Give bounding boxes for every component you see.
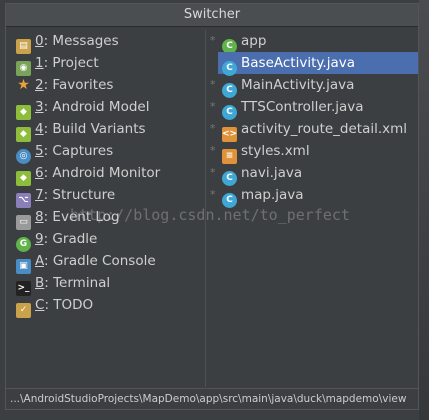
todo-icon: ✓ [16,303,31,318]
tool-window-shortcut: 7 [35,187,44,203]
recent-file-item[interactable]: * C MainActivity.java [206,74,418,98]
tool-window-shortcut: 3 [35,99,44,115]
pin-marker-icon: * [210,166,216,179]
recent-file-item[interactable]: * <> activity_route_detail.xml [206,118,418,142]
tool-window-item[interactable]: ◆ 6: Android Monitor [6,162,206,186]
tool-window-list: ▤ 0: Messages ◉ 1: Project ★ 2: Favorites ◆ 3: … [6,30,206,318]
tool-window-label: : Messages [43,33,119,49]
tool-window-label: : Gradle Console [44,253,156,269]
tool-window-item[interactable]: >_ B: Terminal [6,272,206,296]
recent-file-item[interactable]: * ≡ styles.xml [206,140,418,164]
tool-window-shortcut: 0 [35,33,44,49]
tool-window-shortcut: 6 [35,165,44,181]
tool-window-item[interactable]: ✓ C: TODO [6,294,206,318]
tool-window-label: : Terminal [44,275,111,291]
pin-marker-icon: * [210,78,216,91]
tool-window-shortcut: 1 [35,55,44,71]
tool-window-shortcut: 9 [35,231,44,247]
recent-file-name: activity_route_detail.xml [241,121,408,137]
tool-window-item[interactable]: ◉ 1: Project [6,52,206,76]
switcher-popup: Switcher ▤ 0: Messages ◉ 1: Project ★ 2: Favo… [5,3,419,410]
tool-window-shortcut: 8 [35,209,44,225]
tool-window-shortcut: 5 [35,143,44,159]
tool-window-item[interactable]: ◆ 4: Build Variants [6,118,206,142]
switcher-title: Switcher [6,4,418,27]
tool-window-item[interactable]: ◆ 3: Android Model [6,96,206,120]
pin-marker-icon: * [210,122,216,135]
pin-marker-icon: * [210,188,216,201]
recent-files-list: * Capp C BaseActivity.java * C MainActivity.ja… [206,30,418,208]
tool-window-item[interactable]: ▤ 0: Messages [6,30,206,54]
pin-marker-icon: * [210,144,216,157]
tool-window-label: : Structure [43,187,116,203]
recent-file-item[interactable]: C BaseActivity.java [218,52,418,76]
recent-file-name: TTSController.java [241,99,364,115]
tool-window-item[interactable]: ⌥ 7: Structure [6,184,206,208]
recent-file-item[interactable]: * Capp [206,30,418,54]
tool-window-label: : TODO [44,297,94,313]
java-class-icon: C [222,193,237,208]
recent-file-item[interactable]: * Cmap.java [206,184,418,208]
tool-window-item[interactable]: G 9: Gradle [6,228,206,252]
tool-window-shortcut: B [35,275,45,291]
switcher-panes: ▤ 0: Messages ◉ 1: Project ★ 2: Favorites ◆ 3: … [6,30,418,387]
recent-file-name: MainActivity.java [241,77,355,93]
tool-window-label: : Captures [43,143,114,159]
background-edge [419,0,429,420]
tool-window-label: : Gradle [43,231,98,247]
recent-file-name: app [241,33,267,49]
recent-file-item[interactable]: * C TTSController.java [206,96,418,120]
tool-window-shortcut: 4 [35,121,44,137]
tool-window-label: : Android Model [43,99,150,115]
recent-file-name: BaseActivity.java [241,55,356,71]
tool-window-shortcut: 2 [35,77,44,93]
tool-window-item[interactable]: ★ 2: Favorites [6,74,206,96]
star-icon: ★ [17,77,30,93]
tool-window-item[interactable]: ▭ 8: Event Log [6,206,206,230]
recent-file-name: styles.xml [241,143,310,159]
tool-window-item[interactable]: ◎ 5: Captures [6,140,206,164]
pin-marker-icon: * [210,100,216,113]
tool-window-label: : Favorites [43,77,114,93]
tool-window-label: : Build Variants [43,121,146,137]
tool-window-label: : Event Log [43,209,120,225]
recent-file-item[interactable]: * Cnavi.java [206,162,418,186]
pin-marker-icon: * [210,34,216,47]
tool-window-shortcut: A [35,253,44,269]
tool-window-label: : Android Monitor [43,165,161,181]
file-path-footer: ...\AndroidStudioProjects\MapDemo\app\sr… [6,388,418,409]
recent-file-name: navi.java [241,165,303,181]
tool-window-label: : Project [43,55,99,71]
recent-file-name: map.java [241,187,304,203]
tool-window-item[interactable]: ▣ A: Gradle Console [6,250,206,274]
